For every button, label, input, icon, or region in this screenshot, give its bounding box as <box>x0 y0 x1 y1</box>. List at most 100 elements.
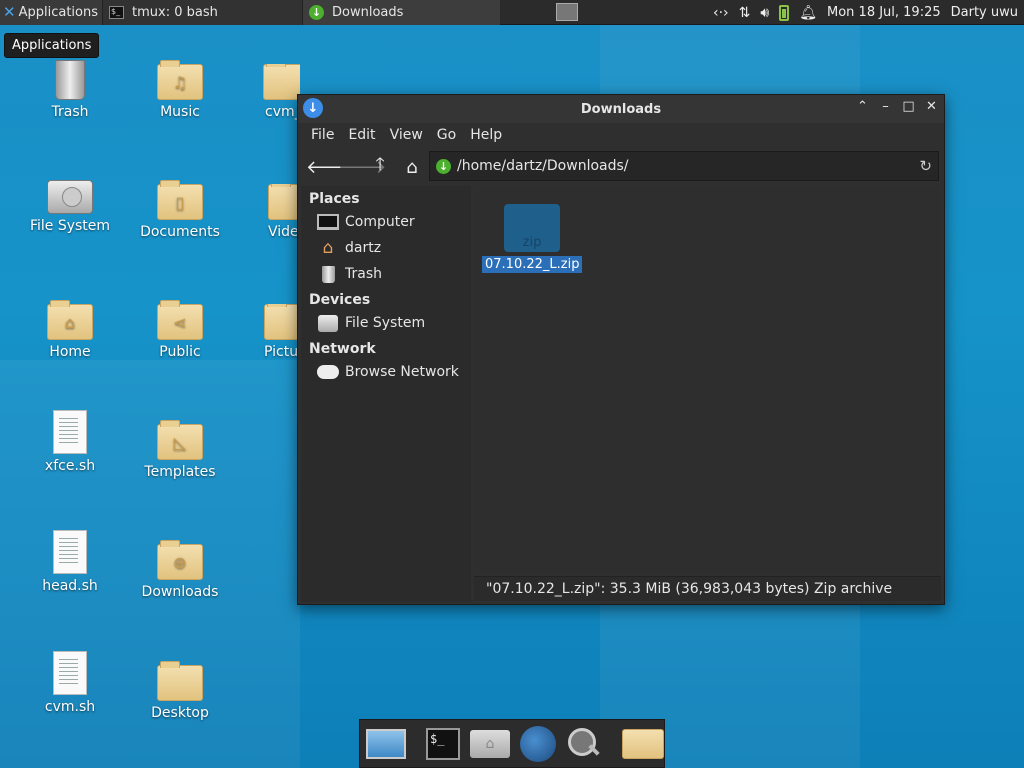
menu-file[interactable]: File <box>304 127 341 143</box>
terminal-launcher[interactable]: $_ <box>426 726 460 762</box>
refresh-icon[interactable]: ↻ <box>919 157 932 175</box>
desktop-icon-label: xfce.sh <box>44 458 96 474</box>
close-button[interactable]: ✕ <box>925 99 938 114</box>
folder-icon <box>263 64 300 100</box>
script-file-icon <box>53 530 87 574</box>
desktop-icon-label: Music <box>160 104 200 120</box>
sidebar-item-label: Browse Network <box>345 364 459 380</box>
dock: $_ ⌂ <box>359 719 665 768</box>
menu-help[interactable]: Help <box>463 127 509 143</box>
downloads-app-icon[interactable]: ↓ <box>303 98 323 118</box>
sidebar-item-computer[interactable]: Computer <box>301 209 471 235</box>
sidebar-item-label: File System <box>345 315 426 331</box>
desktop-icon-templates[interactable]: ◺ Templates <box>130 420 230 480</box>
desktop-icon-desktop[interactable]: Desktop <box>130 661 230 721</box>
clock[interactable]: Mon 18 Jul, 19:25 <box>827 5 941 20</box>
desktop-icon-home[interactable]: ⌂ Home <box>20 300 120 360</box>
terminal-icon: $_ <box>426 727 460 760</box>
desktop-icon-trash[interactable]: Trash <box>20 60 120 120</box>
desktop-icon-label: Public <box>159 344 201 360</box>
minimize-button[interactable]: – <box>879 99 892 114</box>
notification-bell-icon[interactable]: 🔔︎ <box>799 5 817 21</box>
sidebar-item-trash[interactable]: Trash <box>301 261 471 287</box>
desktop-icon-xfce-sh[interactable]: xfce.sh <box>20 410 120 474</box>
desktop-icon-label: Documents <box>140 224 220 240</box>
zip-archive-icon: zip <box>504 204 560 252</box>
public-folder-icon: ⋖ <box>157 300 203 340</box>
show-desktop-button[interactable] <box>366 726 406 762</box>
templates-folder-icon: ◺ <box>157 420 203 460</box>
desktop-icon-label: Trash <box>51 104 89 120</box>
task-label: Downloads <box>332 4 404 20</box>
desktop-icon-documents[interactable]: ▯ Documents <box>130 180 230 240</box>
trash-icon <box>55 60 85 100</box>
terminal-icon: $_ <box>109 5 124 19</box>
task-button-tmux[interactable]: $_ tmux: 0 bash <box>102 0 302 25</box>
menu-view[interactable]: View <box>383 127 430 143</box>
window-titlebar[interactable]: ↓ Downloads ⌃ – □ ✕ <box>298 95 944 123</box>
app-finder-launcher[interactable] <box>566 726 602 762</box>
home-icon[interactable]: ⌂ <box>402 157 422 178</box>
menu-go[interactable]: Go <box>430 127 463 143</box>
network-updown-icon[interactable]: ⇅ <box>739 5 751 21</box>
desktop-icon-label: Home <box>49 344 91 360</box>
sidebar-header-devices: Devices <box>309 292 371 308</box>
zip-icon-text: zip <box>522 235 542 250</box>
xfce-logo-icon: ✕ <box>3 3 16 21</box>
top-panel: ✕ Applications $_ tmux: 0 bash ↓ Downloa… <box>0 0 1024 25</box>
desktop-icon-downloads[interactable]: ⊕ Downloads <box>130 540 230 600</box>
directory-launcher[interactable] <box>622 726 664 762</box>
download-icon: ↓ <box>436 158 451 174</box>
workspace-switcher[interactable] <box>556 3 578 21</box>
harddisk-icon <box>47 180 93 214</box>
forward-arrow-icon[interactable]: 🡒 <box>338 157 386 178</box>
applications-menu-button[interactable]: ✕ Applications <box>0 0 102 25</box>
download-icon: ↓ <box>309 4 324 20</box>
up-arrow-icon[interactable]: 🡑 <box>370 152 390 182</box>
maximize-button[interactable]: □ <box>902 99 915 114</box>
back-arrow-icon[interactable]: 🡐 <box>306 157 354 178</box>
location-bar[interactable]: ↓ /home/dartz/Downloads/ ↻ <box>429 151 939 181</box>
menu-edit[interactable]: Edit <box>341 127 382 143</box>
sidebar-item-label: Computer <box>345 214 415 230</box>
desktop-icon-cvm[interactable]: cvm_ <box>240 64 300 120</box>
home-folder-icon: ⌂ <box>47 300 93 340</box>
volume-icon[interactable]: 🔊︎ <box>760 5 769 21</box>
location-path: /home/dartz/Downloads/ <box>457 158 629 174</box>
sidebar-item-browse-network[interactable]: Browse Network <box>301 359 471 385</box>
file-item-selected[interactable]: zip 07.10.22_L.zip <box>482 204 583 273</box>
file-view[interactable]: zip 07.10.22_L.zip <box>474 186 941 574</box>
sidebar-item-dartz[interactable]: ⌂ dartz <box>301 235 471 261</box>
globe-icon <box>520 725 556 762</box>
desktop-icon-label: cvm_ <box>265 104 300 120</box>
pictures-folder-icon <box>264 304 297 340</box>
menubar: File Edit View Go Help <box>298 123 944 147</box>
harddisk-icon <box>318 314 338 332</box>
sidebar-header-places: Places <box>309 191 360 207</box>
applications-tooltip: Applications <box>4 33 100 58</box>
desktop-icon-label: cvm.sh <box>44 699 96 715</box>
window-title: Downloads <box>580 101 662 117</box>
desktop-icon-cvm-sh[interactable]: cvm.sh <box>20 651 120 715</box>
sidebar-item-filesystem[interactable]: File System <box>301 310 471 336</box>
battery-icon[interactable] <box>779 4 790 21</box>
desktop-icon-public[interactable]: ⋖ Public <box>130 300 230 360</box>
desktop-icon-pictures[interactable]: Pictu <box>240 304 297 360</box>
sidebar: Places Computer ⌂ dartz Trash Devices Fi… <box>301 186 471 602</box>
file-manager-launcher[interactable]: ⌂ <box>470 726 510 762</box>
desktop-icon-videos[interactable]: Vide <box>240 184 297 240</box>
script-file-icon <box>53 410 87 454</box>
desktop-icon-head-sh[interactable]: head.sh <box>20 530 120 594</box>
shade-button[interactable]: ⌃ <box>856 99 869 114</box>
music-folder-icon: ♫ <box>157 60 203 100</box>
network-arrows-icon[interactable]: ‹·› <box>713 5 729 21</box>
web-browser-launcher[interactable] <box>520 725 556 762</box>
home-icon: ⌂ <box>322 238 334 258</box>
desktop-icon-filesystem[interactable]: File System <box>20 180 120 234</box>
downloads-folder-icon: ⊕ <box>157 540 203 580</box>
task-button-downloads[interactable]: ↓ Downloads <box>302 0 500 25</box>
videos-folder-icon <box>268 184 297 220</box>
user-menu[interactable]: Darty uwu <box>951 5 1018 20</box>
desktop-icon-music[interactable]: ♫ Music <box>130 60 230 120</box>
sidebar-item-label: Trash <box>345 266 382 282</box>
